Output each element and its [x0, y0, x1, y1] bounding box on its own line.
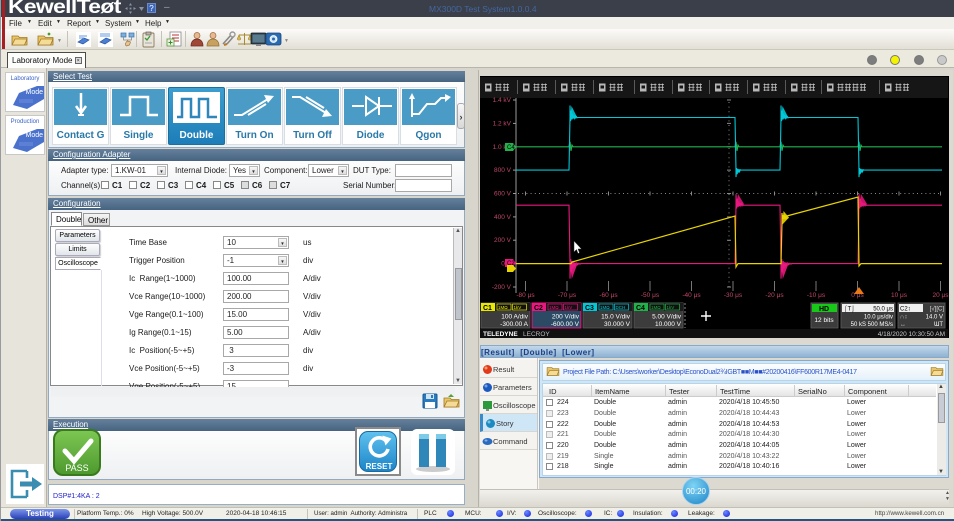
svg-text:10.000 V: 10.000 V: [655, 321, 682, 328]
svg-text:Mode: Mode: [25, 132, 43, 139]
svg-text:1kV: 1kV: [565, 305, 573, 310]
svg-text:1MΩ: 1MΩ: [651, 305, 661, 310]
svg-text:14.0 V: 14.0 V: [926, 315, 943, 321]
svg-text:200 V/div: 200 V/div: [552, 314, 580, 321]
svg-text:15.0 V/div: 15.0 V/div: [601, 314, 631, 321]
svg-text:-300.00 A: -300.00 A: [500, 321, 528, 328]
svg-text:1kV: 1kV: [667, 305, 675, 310]
svg-text:-20 μs: -20 μs: [765, 292, 784, 299]
svg-text:600 V: 600 V: [494, 191, 512, 198]
svg-text:C2: C2: [534, 305, 543, 312]
svg-text:C4: C4: [507, 145, 515, 151]
svg-text:30.000 V: 30.000 V: [604, 321, 631, 328]
svg-text:-10 μs: -10 μs: [807, 292, 826, 299]
svg-text:Mode: Mode: [25, 89, 43, 96]
svg-text:-200 V: -200 V: [492, 284, 512, 291]
svg-text:-600.00 V: -600.00 V: [551, 321, 580, 328]
svg-text:100 A/div: 100 A/div: [501, 314, 528, 321]
svg-text:1MΩ: 1MΩ: [498, 305, 508, 310]
svg-text:-50 μs: -50 μs: [641, 292, 660, 299]
svg-text:20 μs: 20 μs: [932, 292, 949, 299]
svg-text:PASS: PASS: [65, 463, 88, 473]
svg-text:LECROY: LECROY: [523, 331, 550, 338]
svg-text:400 V: 400 V: [494, 214, 512, 221]
svg-text:4/18/2020 10:30:50 AM: 4/18/2020 10:30:50 AM: [878, 331, 945, 338]
svg-text:TELEDYNE: TELEDYNE: [483, 331, 518, 338]
svg-text:10.0 μs/div: 10.0 μs/div: [864, 315, 893, 321]
svg-text:1.2 kV: 1.2 kV: [493, 120, 512, 127]
svg-text:800 V: 800 V: [494, 167, 512, 174]
svg-text:-80 μs: -80 μs: [516, 292, 535, 299]
svg-text:C1: C1: [483, 305, 492, 312]
svg-text:C2↕: C2↕: [900, 307, 911, 313]
svg-text:200 V: 200 V: [494, 237, 512, 244]
svg-text:1MΩ: 1MΩ: [549, 305, 559, 310]
svg-text:-60 μs: -60 μs: [599, 292, 618, 299]
svg-text:ƜT: ƜT: [934, 322, 943, 328]
svg-text:10 μs: 10 μs: [891, 292, 908, 299]
svg-text:DCH: DCH: [616, 305, 626, 310]
svg-text:-40 μs: -40 μs: [682, 292, 701, 299]
svg-text:5.00 V/div: 5.00 V/div: [652, 314, 682, 321]
svg-text:1kV: 1kV: [514, 305, 522, 310]
svg-text:HD: HD: [819, 306, 829, 313]
svg-text:-30 μs: -30 μs: [724, 292, 743, 299]
svg-text:↔: ↔: [900, 322, 906, 328]
svg-text:[√][C]: [√][C]: [930, 306, 945, 313]
svg-text:50 kS 500 MS/s: 50 kS 500 MS/s: [851, 322, 893, 328]
svg-text:1MΩ: 1MΩ: [600, 305, 610, 310]
svg-text:C3: C3: [585, 305, 594, 312]
svg-text:1.4 kV: 1.4 kV: [493, 97, 512, 104]
svg-text:C4: C4: [636, 305, 645, 312]
svg-text:50.0 μs: 50.0 μs: [873, 307, 893, 313]
svg-text:∩↕: ∩↕: [900, 315, 907, 321]
svg-text:⌠T⌡: ⌠T⌡: [844, 305, 855, 313]
svg-text:12 bits: 12 bits: [814, 317, 834, 324]
svg-text:RESET: RESET: [366, 462, 393, 471]
svg-text:-70 μs: -70 μs: [558, 292, 577, 299]
